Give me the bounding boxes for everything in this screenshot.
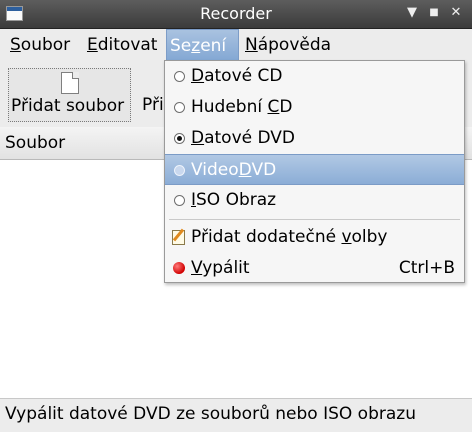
radio-checked-icon — [174, 133, 185, 144]
maximize-icon[interactable]: ■ — [425, 4, 443, 22]
toolbar-second-label: Při — [142, 95, 164, 115]
window-title: Recorder — [200, 4, 272, 23]
menu-soubor[interactable]: Soubor — [7, 29, 73, 61]
status-bar: Vypálit datové DVD ze souborů nebo ISO o… — [0, 398, 472, 432]
menu-item-data-dvd[interactable]: Datové DVD — [165, 123, 464, 154]
session-menu: Datové CD Hudební CD Datové DVD VideoDVD… — [164, 60, 465, 283]
menu-bar: Soubor Editovat Sezení Nápověda — [0, 29, 472, 61]
radio-icon — [174, 165, 185, 176]
minimize-icon[interactable]: ▼ — [403, 4, 421, 22]
status-text: Vypálit datové DVD ze souborů nebo ISO o… — [5, 404, 416, 424]
menu-napoveda[interactable]: Nápověda — [242, 29, 334, 61]
edit-icon — [172, 230, 185, 245]
menu-item-data-cd[interactable]: Datové CD — [165, 61, 464, 92]
menu-editovat[interactable]: Editovat — [84, 29, 160, 61]
menu-item-burn[interactable]: Vypálit Ctrl+B — [165, 253, 464, 284]
menu-item-iso-image[interactable]: ISO Obraz — [165, 185, 464, 216]
column-header-soubor[interactable]: Soubor — [5, 133, 65, 153]
menu-separator — [169, 219, 460, 220]
add-file-button[interactable]: Přidat soubor — [8, 68, 131, 122]
menu-item-extra-options[interactable]: Přidat dodatečné volby — [165, 222, 464, 253]
radio-icon — [174, 195, 185, 206]
menu-item-audio-cd[interactable]: Hudební CD — [165, 92, 464, 123]
radio-icon — [174, 102, 185, 113]
burn-shortcut: Ctrl+B — [398, 258, 455, 278]
burn-icon — [173, 262, 185, 274]
title-bar: Recorder ▼ ■ ✕ — [0, 0, 472, 29]
menu-sezeni[interactable]: Sezení — [166, 29, 239, 61]
add-file-label: Přidat soubor — [11, 96, 125, 116]
menu-item-video-dvd[interactable]: VideoDVD — [165, 154, 464, 185]
toolbar-second-button[interactable]: Při — [142, 95, 164, 121]
radio-icon — [174, 71, 185, 82]
close-icon[interactable]: ✕ — [447, 4, 465, 22]
document-icon — [61, 72, 79, 94]
